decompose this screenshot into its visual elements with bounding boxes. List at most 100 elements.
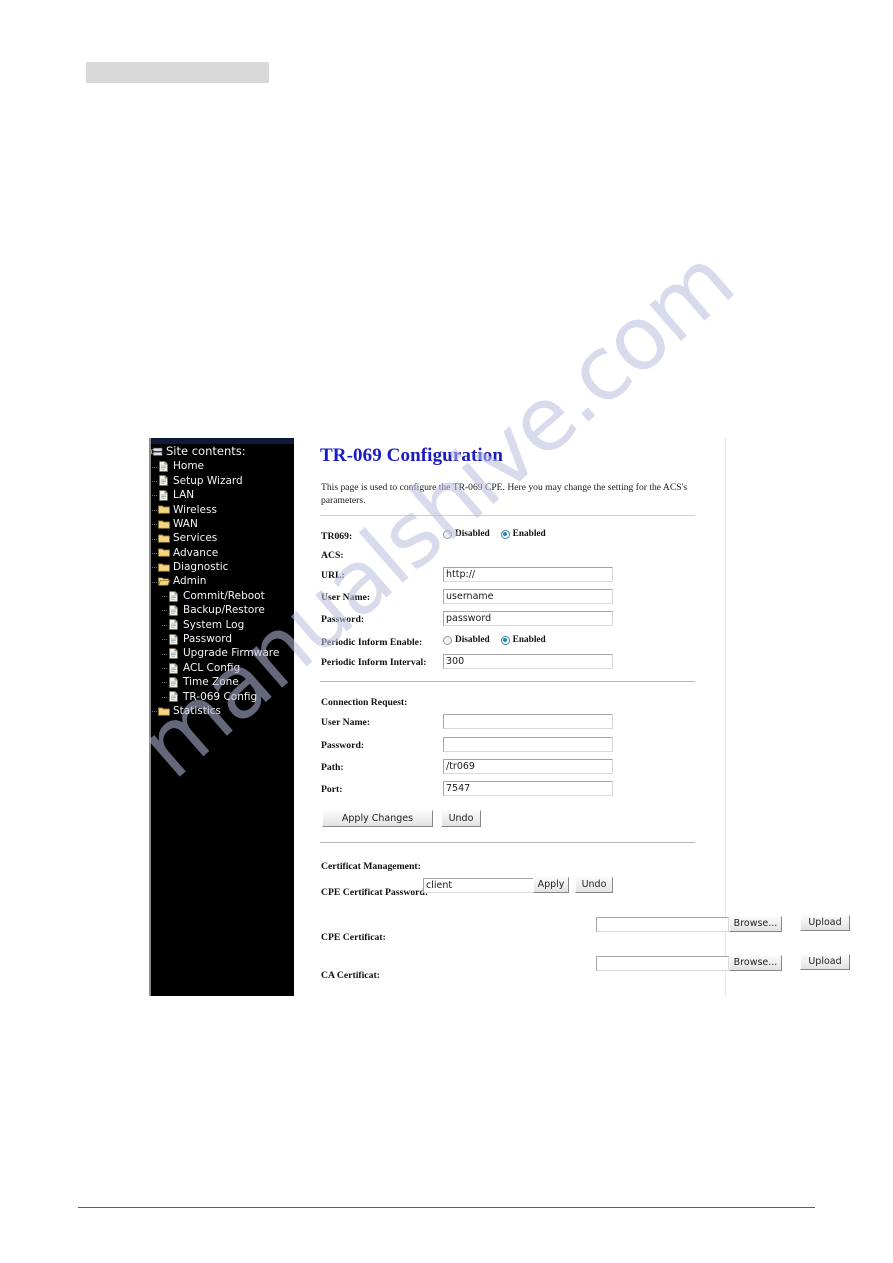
connection-request-heading: Connection Request: xyxy=(321,697,408,708)
sidebar-item-wan[interactable]: WAN xyxy=(151,517,294,531)
field-row-acs-password: Password: xyxy=(321,611,711,631)
sidebar-item-admin[interactable]: Admin xyxy=(151,575,294,589)
cpe-certificate-password-label: CPE Certificat Password: xyxy=(321,887,429,898)
tree-guide xyxy=(151,675,168,689)
cr-username-label: User Name: xyxy=(321,717,371,728)
field-row-cpe-cert: CPE Certificat: xyxy=(321,931,711,949)
path-label: Path: xyxy=(321,762,344,773)
periodic-inform-radio-enabled-label: Enabled xyxy=(512,635,546,645)
document-icon xyxy=(168,605,180,616)
field-row-ca-cert: CA Certificat: xyxy=(321,969,711,987)
folder-icon xyxy=(158,706,170,717)
sidebar-item-label: LAN xyxy=(173,489,195,502)
radio-circle[interactable] xyxy=(443,635,452,645)
ca-certificate-browse-button[interactable]: Browse... xyxy=(729,955,782,971)
cr-username-input[interactable] xyxy=(443,714,613,729)
sidebar-item-backup-restore[interactable]: Backup/Restore xyxy=(151,603,294,617)
periodic-inform-radio-disabled[interactable]: Disabled xyxy=(443,635,490,645)
tree-guide xyxy=(151,532,158,546)
tree-guide xyxy=(151,575,158,589)
field-row-port: Port: xyxy=(321,781,711,801)
document-icon xyxy=(158,475,170,487)
sidebar-item-advance[interactable]: Advance xyxy=(151,546,294,560)
document-icon xyxy=(168,648,180,660)
tree-guide xyxy=(151,647,168,661)
cpe-certificate-browse-button[interactable]: Browse... xyxy=(729,916,782,932)
sidebar-item-lan[interactable]: LAN xyxy=(151,488,294,502)
sidebar-item-label: Advance xyxy=(173,546,219,559)
port-input[interactable] xyxy=(443,781,613,796)
sidebar-item-upgrade-firmware[interactable]: Upgrade Firmware xyxy=(151,646,294,660)
path-input[interactable] xyxy=(443,759,613,774)
periodic-inform-radio-group[interactable]: Disabled Enabled xyxy=(443,635,546,645)
tree-guide xyxy=(151,503,158,517)
sidebar-root[interactable]: Site contents: xyxy=(151,445,294,459)
periodic-inform-enable-label: Periodic Inform Enable: xyxy=(321,637,423,648)
sidebar-item-password[interactable]: Password xyxy=(151,632,294,646)
sidebar: Site contents: Home Setup Wizard LAN Wireles… xyxy=(149,438,294,996)
sidebar-item-setup-wizard[interactable]: Setup Wizard xyxy=(151,474,294,488)
certificate-undo-button[interactable]: Undo xyxy=(575,877,613,893)
footer-rule xyxy=(78,1207,815,1208)
acs-username-input[interactable] xyxy=(443,589,613,604)
divider-connection-request xyxy=(320,681,695,682)
ca-certificate-label: CA Certificat: xyxy=(321,970,380,981)
document-icon xyxy=(158,461,170,472)
periodic-inform-radio-enabled[interactable]: Enabled xyxy=(500,635,546,645)
sidebar-item-home[interactable]: Home xyxy=(151,459,294,473)
sidebar-item-services[interactable]: Services xyxy=(151,531,294,545)
sidebar-item-tr-069-config[interactable]: TR-069 Config xyxy=(151,690,294,704)
sidebar-item-acl-config[interactable]: ACL Config xyxy=(151,661,294,675)
field-row-url: URL: xyxy=(321,567,711,587)
undo-button[interactable]: Undo xyxy=(441,810,481,827)
sidebar-item-label: Statistics xyxy=(173,704,221,717)
cpe-certificate-file-input[interactable] xyxy=(596,917,729,932)
document-icon xyxy=(168,590,180,602)
tree-guide xyxy=(151,704,158,718)
sidebar-item-wireless[interactable]: Wireless xyxy=(151,503,294,517)
radio-circle-selected[interactable] xyxy=(500,635,510,645)
sidebar-item-diagnostic[interactable]: Diagnostic xyxy=(151,560,294,574)
page-header-bar xyxy=(86,62,269,83)
acs-password-input[interactable] xyxy=(443,611,613,626)
field-row-periodic-inform-interval: Periodic Inform Interval: xyxy=(321,654,711,674)
document-icon xyxy=(168,691,180,703)
certificate-management-heading: Certificat Management: xyxy=(321,861,421,872)
radio-circle-selected[interactable] xyxy=(500,529,510,539)
field-row-tr069: TR069: Disabled Enabled xyxy=(321,529,711,548)
sidebar-item-statistics[interactable]: Statistics xyxy=(151,704,294,718)
tree-root-icon xyxy=(151,447,163,458)
url-input[interactable] xyxy=(443,567,613,582)
tr069-label: TR069: xyxy=(321,531,353,542)
cr-password-input[interactable] xyxy=(443,737,613,752)
periodic-inform-interval-input[interactable] xyxy=(443,654,613,669)
field-row-cr-username: User Name: xyxy=(321,714,711,734)
cpe-certificate-upload-button[interactable]: Upload xyxy=(800,915,850,931)
sidebar-item-system-log[interactable]: System Log xyxy=(151,618,294,632)
sidebar-item-label: WAN xyxy=(173,517,198,530)
sidebar-item-time-zone[interactable]: Time Zone xyxy=(151,675,294,689)
radio-circle[interactable] xyxy=(443,529,452,539)
certificate-apply-button[interactable]: Apply xyxy=(533,877,569,893)
folder-icon xyxy=(158,519,170,530)
sidebar-item-label: Password xyxy=(183,633,233,646)
sidebar-item-commit-reboot[interactable]: Commit/Reboot xyxy=(151,589,294,603)
tr069-radio-group[interactable]: Disabled Enabled xyxy=(443,529,546,539)
tree-guide xyxy=(151,690,168,704)
sidebar-item-label: Admin xyxy=(173,575,207,588)
ca-certificate-file-input[interactable] xyxy=(596,956,729,971)
sidebar-item-label: TR-069 Config xyxy=(183,690,258,703)
document-icon xyxy=(158,489,170,501)
tr069-radio-disabled[interactable]: Disabled xyxy=(443,529,490,539)
tr069-radio-enabled[interactable]: Enabled xyxy=(500,529,546,539)
apply-changes-button[interactable]: Apply Changes xyxy=(322,810,433,827)
folder-icon xyxy=(158,547,170,558)
cr-password-label: Password: xyxy=(321,740,365,751)
acs-username-label: User Name: xyxy=(321,592,371,603)
ca-certificate-upload-button[interactable]: Upload xyxy=(800,954,850,970)
document-icon xyxy=(168,619,180,631)
sidebar-item-label: Backup/Restore xyxy=(183,604,265,617)
field-row-acs-username: User Name: xyxy=(321,589,711,609)
page-description: This page is used to configure the TR-06… xyxy=(321,482,688,506)
tree-guide xyxy=(151,560,158,574)
